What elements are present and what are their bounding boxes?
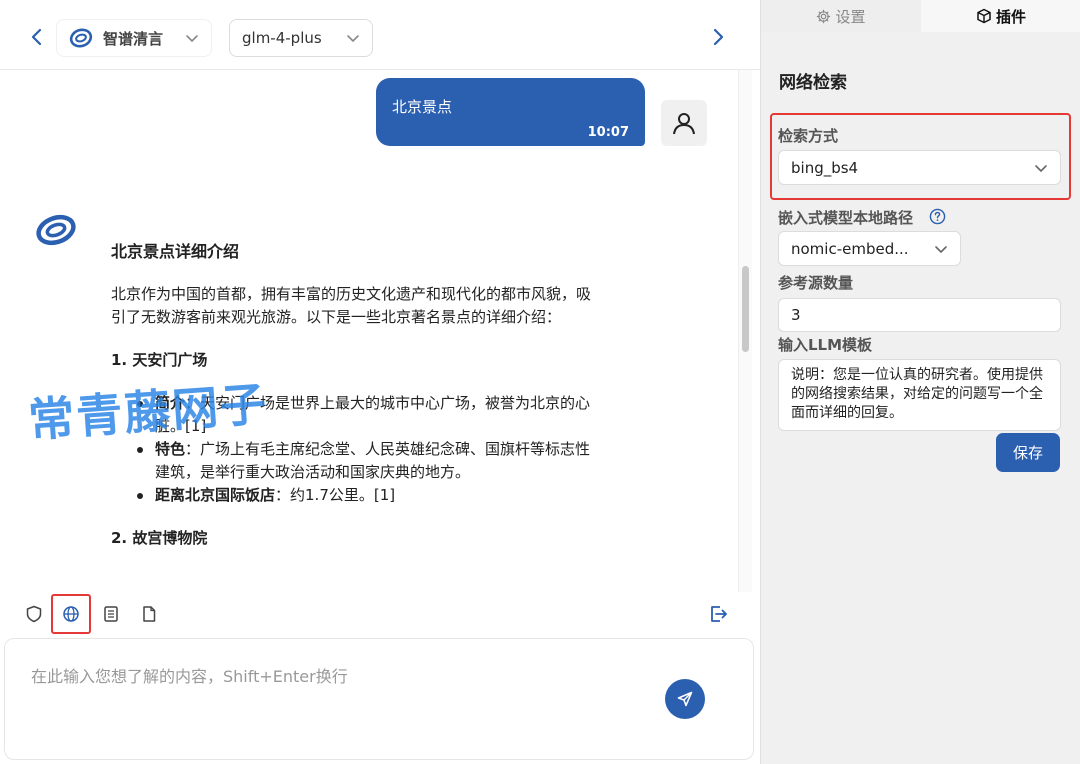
bot-section-heading: 2. 故宫博物院 [111,529,208,547]
provider-select[interactable]: 智谱清言 [56,19,212,57]
bot-list: 简介：天安门广场是世界上最大的城市中心广场，被誉为北京的心脏。[1] 特色：广场… [137,392,591,507]
panel-tabs: 设置 插件 [761,0,1080,32]
list-item: 特色：广场上有毛主席纪念堂、人民英雄纪念碑、国旗杆等标志性建筑，是举行重大政治活… [137,438,591,484]
search-method-label: 检索方式 [778,127,839,145]
search-method-select[interactable]: bing_bs4 [778,150,1061,185]
user-message-text: 北京景点 [392,98,453,116]
message-timestamp: 10:07 [587,125,629,140]
back-arrow-icon[interactable] [22,22,52,52]
tab-plugins[interactable]: 插件 [921,0,1080,32]
user-message-bubble: 北京景点 10:07 [376,78,645,146]
chevron-down-icon [347,35,359,43]
embed-path-label: 嵌入式模型本地路径 [778,209,914,227]
shield-icon[interactable] [18,598,50,630]
zhipu-logo-icon [36,214,76,246]
chevron-down-icon [186,35,198,43]
list-item: 距离北京国际饭店：约1.7公里。[1] [137,484,591,507]
gear-icon [816,9,831,24]
ref-count-input[interactable]: 3 [778,298,1061,332]
question-icon[interactable] [929,208,946,225]
bot-message-title: 北京景点详细介绍 [111,242,240,261]
template-label: 输入LLM模板 [778,336,873,354]
scrollbar-thumb[interactable] [742,266,749,352]
document-list-icon[interactable] [95,598,127,630]
chevron-down-icon [1035,164,1047,172]
cube-icon [976,8,992,24]
bot-section-heading: 1. 天安门广场 [111,351,208,369]
message-input[interactable] [31,663,651,703]
ref-count-label: 参考源数量 [778,274,854,292]
user-avatar [661,100,707,146]
bot-message-intro: 北京作为中国的首都，拥有丰富的历史文化遗产和现代化的都市风貌，吸引了无数游客前来… [111,285,592,326]
bot-avatar [34,210,78,250]
bot-message: 北京景点详细介绍 北京作为中国的首都，拥有丰富的历史文化遗产和现代化的都市风貌，… [111,240,591,570]
tab-settings-label: 设置 [835,7,866,26]
send-icon [677,691,693,707]
forward-arrow-icon[interactable] [703,22,733,52]
chevron-down-icon [935,245,947,253]
panel-title: 网络检索 [779,73,847,93]
model-select[interactable]: glm-4-plus [229,19,373,57]
zhipu-logo-icon [69,28,93,48]
model-label: glm-4-plus [242,29,322,47]
embed-path-select[interactable]: nomic-embed... [778,231,961,266]
user-icon [673,113,695,135]
provider-label: 智谱清言 [103,29,164,48]
chat-main: 智谱清言 glm-4-plus 北京景点 10:07 北京景点详细介绍 北京作为… [0,0,760,764]
plugin-panel: 设置 插件 网络检索 检索方式 bing_bs4 嵌入式模型本地路径 nomic… [760,0,1080,764]
list-item: 简介：天安门广场是世界上最大的城市中心广场，被誉为北京的心脏。[1] [137,392,591,438]
save-button[interactable]: 保存 [996,433,1060,472]
file-icon[interactable] [133,598,165,630]
input-toolbar [0,592,760,636]
send-button[interactable] [665,679,705,719]
chat-history[interactable]: 北京景点 10:07 北京景点详细介绍 北京作为中国的首都，拥有丰富的历史文化遗… [0,70,752,592]
message-input-area [4,638,754,760]
tab-settings[interactable]: 设置 [761,0,921,32]
tab-plugins-label: 插件 [995,7,1026,26]
chat-header: 智谱清言 glm-4-plus [0,0,760,70]
template-textarea[interactable]: 说明：您是一位认真的研究者。使用提供的网络搜索结果，对给定的问题写一个全面而详细… [778,359,1061,431]
web-search-globe-icon[interactable] [51,594,91,634]
export-icon[interactable] [702,598,734,630]
